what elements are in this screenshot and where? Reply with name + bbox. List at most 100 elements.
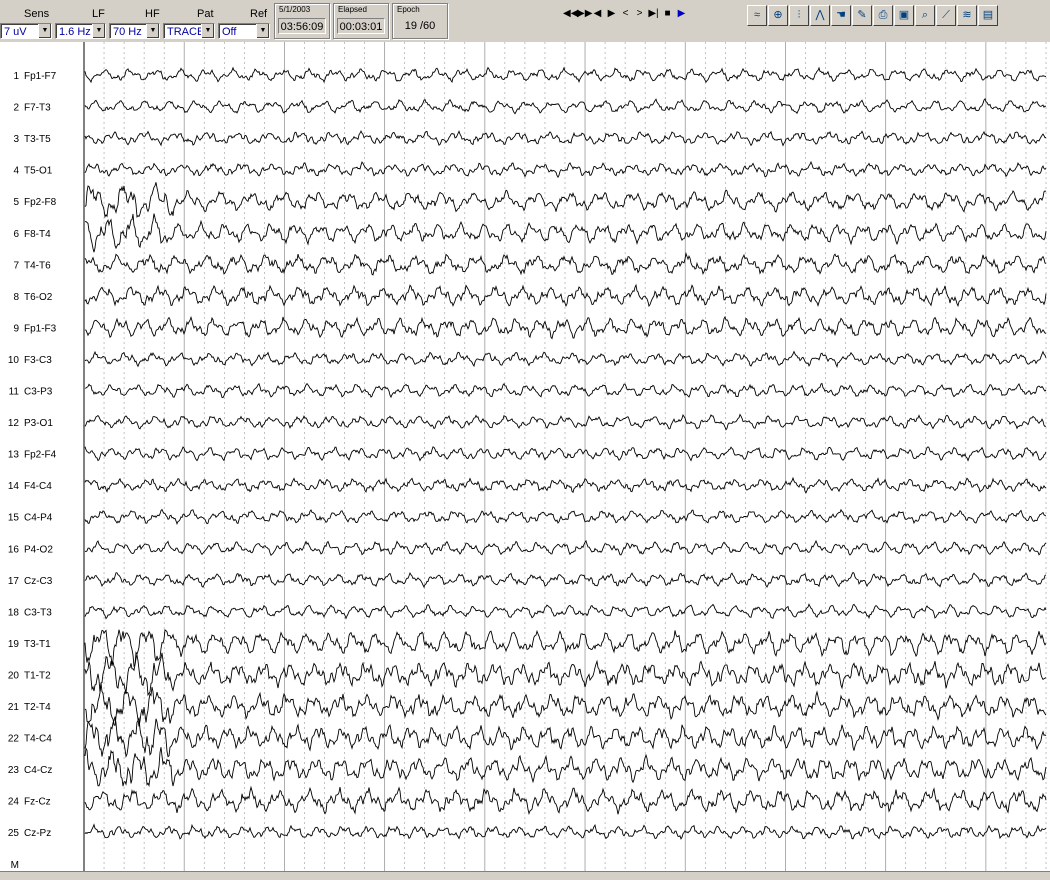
channel-label[interactable]: Cz-Pz [24, 828, 51, 839]
channel-label[interactable]: T4-C4 [24, 734, 52, 745]
date-time-group: 5/1/2003 03:56:09 [274, 3, 330, 39]
note-icon[interactable]: ✎ [852, 5, 872, 26]
chevron-down-icon[interactable]: ▼ [201, 24, 214, 38]
eeg-trace [84, 508, 1047, 526]
camera-icon[interactable]: ▣ [894, 5, 914, 26]
channel-label[interactable]: F4-C4 [24, 481, 52, 492]
lf-label: LF [92, 8, 105, 20]
filter-icon[interactable]: ≋ [957, 5, 977, 26]
eeg-trace [84, 160, 1047, 179]
elapsed-value: 00:03:01 [337, 18, 385, 34]
channel-label[interactable]: F7-T3 [24, 103, 51, 114]
elapsed-group: Elapsed 00:03:01 [333, 3, 389, 39]
page-forward-icon[interactable]: > [633, 6, 646, 22]
low-filter-select[interactable]: 1.6 Hz ▼ [55, 23, 106, 39]
fast-forward-icon[interactable]: ▶▶ [577, 6, 592, 22]
eeg-trace [84, 350, 1047, 368]
elapsed-title: Elapsed [338, 5, 367, 14]
montage-icon[interactable]: ⊕ [768, 5, 788, 26]
channel-number: 10 [8, 355, 20, 366]
channel-number: 20 [8, 670, 20, 681]
channel-label[interactable]: C3-P3 [24, 387, 53, 398]
channel-label[interactable]: T6-O2 [24, 292, 53, 303]
video-icon[interactable]: ▤ [978, 5, 998, 26]
eeg-trace [84, 382, 1047, 399]
eeg-trace [84, 283, 1047, 308]
channel-number: 24 [8, 797, 20, 808]
zoom-icon[interactable]: ⌕ [915, 5, 935, 26]
eeg-trace [84, 682, 1047, 727]
play-icon[interactable]: ▶ [675, 6, 688, 22]
chevron-down-icon[interactable]: ▼ [146, 24, 159, 38]
ref-label: Ref [250, 8, 268, 20]
eeg-trace [84, 446, 1047, 462]
channel-label[interactable]: F3-C3 [24, 355, 52, 366]
channel-label[interactable]: C3-T3 [24, 607, 52, 618]
channel-label[interactable]: T5-O1 [24, 166, 53, 177]
rewind-start-icon[interactable]: ◀◀ [563, 6, 578, 22]
channel-label[interactable]: T3-T5 [24, 134, 51, 145]
channel-label[interactable]: Fp2-F4 [24, 450, 57, 461]
eeg-trace [84, 130, 1047, 147]
eeg-trace [84, 747, 1047, 788]
eeg-trace [84, 629, 1047, 668]
channel-number: 14 [8, 481, 20, 492]
channel-number: 12 [8, 418, 20, 429]
page-back-icon[interactable]: < [619, 6, 632, 22]
measure-icon[interactable]: ⟋ [936, 5, 956, 26]
hand-icon[interactable]: ☚ [831, 5, 851, 26]
stop-icon[interactable]: ■ [661, 6, 674, 22]
chevron-down-icon[interactable]: ▼ [38, 24, 51, 38]
channel-label[interactable]: Fp2-F8 [24, 197, 57, 208]
channel-number: 2 [13, 103, 19, 114]
waveform-icon[interactable]: ≈ [747, 5, 767, 26]
eeg-trace [84, 413, 1047, 431]
channel-label[interactable]: P4-O2 [24, 544, 53, 555]
pat-label: Pat [197, 8, 214, 20]
channel-number: 11 [9, 387, 20, 398]
channel-number: 23 [8, 765, 20, 776]
channel-number: 8 [13, 292, 19, 303]
channel-label[interactable]: C4-P4 [24, 513, 53, 524]
print-icon[interactable]: ⎙ [873, 5, 893, 26]
spike-icon[interactable]: ⫶ [789, 5, 809, 26]
channel-label[interactable]: P3-O1 [24, 418, 53, 429]
channel-number: M [11, 860, 19, 871]
channel-label[interactable]: Fp1-F7 [24, 71, 57, 82]
chevron-down-icon[interactable]: ▼ [256, 24, 269, 38]
channel-number: 25 [8, 828, 20, 839]
high-filter-select[interactable]: 70 Hz ▼ [109, 23, 160, 39]
eeg-trace [84, 66, 1047, 84]
goto-end-icon[interactable]: ▶| [647, 6, 660, 22]
reference-select[interactable]: Off ▼ [218, 23, 270, 39]
channel-label[interactable]: T4-T6 [24, 260, 51, 271]
eeg-trace [84, 251, 1047, 276]
event-icon[interactable]: ⋀ [810, 5, 830, 26]
step-forward-icon[interactable]: ▶ [605, 6, 618, 22]
pattern-select[interactable]: TRACE ▼ [163, 23, 215, 39]
channel-number: 5 [13, 197, 19, 208]
step-back-icon[interactable]: ◀ [591, 6, 604, 22]
chevron-down-icon[interactable]: ▼ [92, 24, 105, 38]
channel-label[interactable]: Cz-C3 [24, 576, 53, 587]
sens-label: Sens [24, 8, 50, 20]
eeg-trace [84, 182, 1047, 219]
channel-label[interactable]: Fp1-F3 [24, 323, 57, 334]
channel-label[interactable]: T3-T1 [24, 639, 51, 650]
high-filter-value: 70 Hz [113, 26, 142, 38]
epoch-value: 19 /60 [396, 18, 444, 34]
eeg-trace [84, 476, 1047, 494]
channel-label[interactable]: Fz-Cz [24, 797, 51, 808]
clock-time-value: 03:56:09 [278, 18, 326, 34]
channel-label[interactable]: T2-T4 [24, 702, 51, 713]
sensitivity-select[interactable]: 7 uV ▼ [0, 23, 52, 39]
channel-label[interactable]: T1-T2 [24, 670, 51, 681]
eeg-trace [84, 571, 1047, 589]
toolbar: Sens LF HF Pat Ref 7 uV ▼ 1.6 Hz ▼ 70 Hz… [0, 0, 1050, 42]
channel-label[interactable]: C4-Cz [24, 765, 52, 776]
eeg-trace-area[interactable]: 1 Fp1-F7 2 F7-T3 3 T3-T5 4 T5-O1 5 Fp2-F8 6 F8-T4 7 T… [0, 42, 1050, 871]
eeg-trace [84, 539, 1047, 556]
channel-number: 7 [13, 260, 19, 271]
eeg-trace [84, 716, 1047, 759]
channel-label[interactable]: F8-T4 [24, 229, 51, 240]
